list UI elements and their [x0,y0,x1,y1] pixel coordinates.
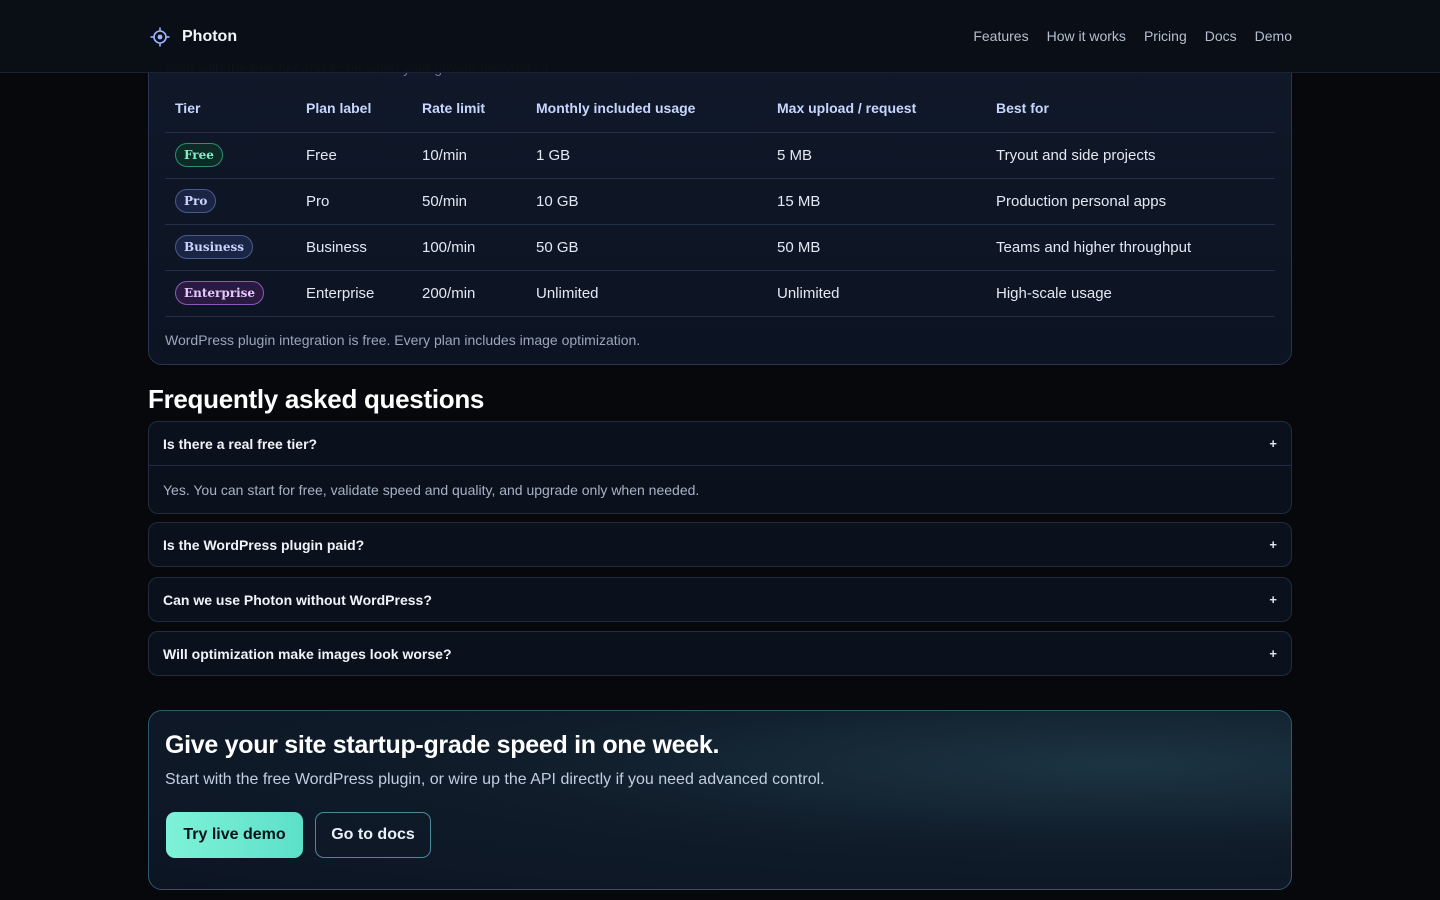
best-for-cell: Production personal apps [986,178,1275,225]
table-row: Free Free 10/min 1 GB 5 MB Tryout and si… [165,132,1275,179]
brand[interactable]: Photon [150,26,237,48]
plan-cell: Free [296,132,412,179]
faq-question-text: Can we use Photon without WordPress? [163,591,432,608]
faq-question[interactable]: Is there a real free tier? + [149,422,1291,465]
tier-cell: Enterprise [165,270,296,317]
column-header: Monthly included usage [526,85,767,133]
faq-answer: Yes. You can start for free, validate sp… [149,465,1291,513]
pricing-table: Tier Plan label Rate limit Monthly inclu… [165,85,1275,317]
nav-link-pricing[interactable]: Pricing [1144,28,1187,44]
column-header: Plan label [296,85,412,133]
usage-cell: 1 GB [526,132,767,179]
tier-badge-enterprise: Enterprise [175,281,265,305]
nav-link-demo[interactable]: Demo [1255,28,1292,44]
tier-cell: Pro [165,178,296,225]
faq-question[interactable]: Is the WordPress plugin paid? + [149,523,1291,566]
faq-item: Will optimization make images look worse… [148,631,1292,676]
usage-cell: Unlimited [526,270,767,317]
plan-cell: Business [296,224,412,271]
go-to-docs-button[interactable]: Go to docs [315,812,431,858]
faq-item: Is there a real free tier? + Yes. You ca… [148,421,1292,514]
rate-cell: 50/min [412,178,526,225]
nav-link-docs[interactable]: Docs [1205,28,1237,44]
rate-cell: 200/min [412,270,526,317]
rate-cell: 10/min [412,132,526,179]
nav-link-features[interactable]: Features [973,28,1028,44]
faq-question[interactable]: Will optimization make images look worse… [149,632,1291,675]
usage-cell: 10 GB [526,178,767,225]
faq-question[interactable]: Can we use Photon without WordPress? + [149,578,1291,621]
plus-icon[interactable]: + [1269,537,1277,552]
faq-question-text: Is the WordPress plugin paid? [163,536,365,553]
photon-logo-icon [150,27,170,47]
faq-item: Is the WordPress plugin paid? + [148,522,1292,567]
upload-cell: 50 MB [767,224,986,271]
column-header: Rate limit [412,85,526,133]
column-header: Tier [165,85,296,133]
table-row: Enterprise Enterprise 200/min Unlimited … [165,270,1275,317]
plus-icon[interactable]: + [1269,592,1277,607]
pricing-note: WordPress plugin integration is free. Ev… [165,332,641,348]
usage-cell: 50 GB [526,224,767,271]
plus-icon[interactable]: + [1269,436,1277,451]
tier-badge-pro: Pro [175,189,217,213]
cta-title: Give your site startup-grade speed in on… [165,731,720,759]
faq-item: Can we use Photon without WordPress? + [148,577,1292,622]
faq-title: Frequently asked questions [148,384,485,414]
best-for-cell: High-scale usage [986,270,1275,317]
nav-link-how-it-works[interactable]: How it works [1047,28,1126,44]
tier-cell: Free [165,132,296,179]
plus-icon[interactable]: + [1269,646,1277,661]
cta-subtitle: Start with the free WordPress plugin, or… [165,771,825,788]
table-row: Business Business 100/min 50 GB 50 MB Te… [165,224,1275,271]
table-row: Pro Pro 50/min 10 GB 15 MB Production pe… [165,178,1275,225]
upload-cell: 15 MB [767,178,986,225]
tier-cell: Business [165,224,296,271]
try-live-demo-button[interactable]: Try live demo [166,812,303,858]
upload-cell: Unlimited [767,270,986,317]
column-header: Best for [986,85,1275,133]
faq-question-text: Is there a real free tier? [163,435,318,452]
cta-panel: Give your site startup-grade speed in on… [148,710,1292,890]
plan-cell: Pro [296,178,412,225]
best-for-cell: Teams and higher throughput [986,224,1275,271]
main-nav: Features How it works Pricing Docs Demo [973,28,1292,44]
tier-badge-business: Business [175,235,254,259]
rate-cell: 100/min [412,224,526,271]
brand-name: Photon [182,28,238,45]
top-navbar: Photon Features How it works Pricing Doc… [0,0,1440,73]
best-for-cell: Tryout and side projects [986,132,1275,179]
upload-cell: 5 MB [767,132,986,179]
tier-badge-free: Free [175,143,223,167]
faq-question-text: Will optimization make images look worse… [163,645,452,662]
table-header-row: Tier Plan label Rate limit Monthly inclu… [165,85,1275,133]
plan-cell: Enterprise [296,270,412,317]
column-header: Max upload / request [767,85,986,133]
